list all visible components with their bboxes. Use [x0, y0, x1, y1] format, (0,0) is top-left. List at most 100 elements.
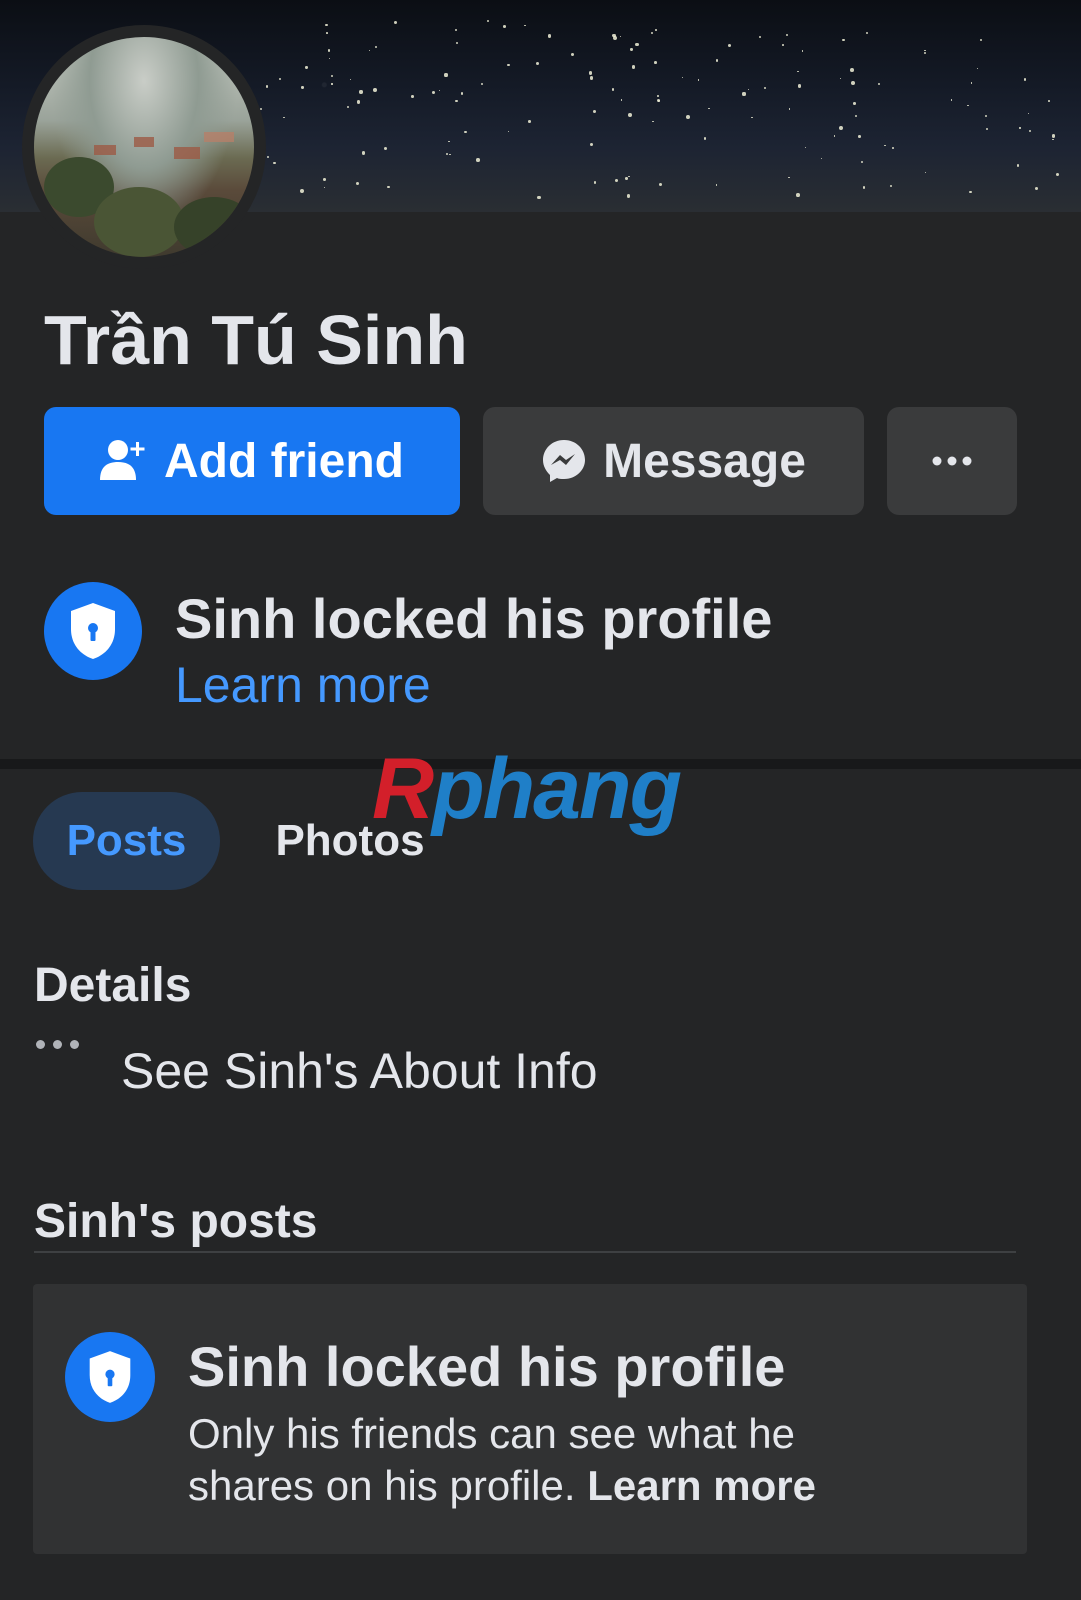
tab-posts[interactable]: Posts [33, 792, 220, 890]
cover-light [628, 112, 632, 117]
cover-light [507, 63, 510, 67]
cover-light [330, 74, 333, 78]
cover-light [328, 49, 331, 52]
cover-light [454, 29, 458, 32]
cover-light [628, 175, 630, 178]
cover-light [460, 92, 464, 95]
see-about-info-row[interactable] [36, 1040, 86, 1049]
cover-light [884, 144, 886, 147]
cover-light [652, 120, 654, 123]
cover-light [764, 86, 767, 89]
cover-light [305, 66, 308, 69]
cover-light [620, 36, 622, 38]
add-friend-button[interactable]: Add friend [44, 407, 460, 515]
cover-light [1048, 100, 1051, 102]
cover-light [536, 61, 540, 65]
cover-light [865, 32, 868, 35]
add-person-icon [100, 440, 145, 480]
message-button[interactable]: Message [483, 407, 864, 515]
cover-light [283, 116, 285, 119]
cover-light [593, 180, 597, 184]
cover-light [851, 80, 855, 85]
cover-light [1029, 129, 1032, 132]
cover-light [590, 76, 594, 80]
cover-light [350, 79, 352, 81]
see-about-info-label[interactable]: See Sinh's About Info [121, 1042, 598, 1100]
cover-light [300, 189, 304, 193]
card-title: Sinh locked his profile [188, 1335, 786, 1398]
cover-light [1052, 138, 1054, 141]
cover-light [1016, 164, 1020, 167]
cover-light [356, 181, 360, 185]
cover-light [266, 156, 270, 159]
cover-light [449, 153, 451, 156]
cover-light [356, 99, 361, 104]
cover-light [476, 157, 480, 162]
cover-light [1027, 112, 1029, 114]
cover-light [611, 87, 615, 91]
tab-photos[interactable]: Photos [252, 792, 448, 890]
cover-light [839, 125, 844, 130]
cover-light [839, 77, 841, 79]
locked-profile-card: Sinh locked his profile Only his friends… [33, 1284, 1027, 1554]
cover-light [620, 99, 623, 101]
cover-light [805, 147, 807, 149]
cover-light [446, 153, 449, 156]
shield-lock-icon [65, 1332, 155, 1422]
shield-lock-icon [44, 582, 142, 680]
cover-light [1024, 78, 1027, 81]
cover-light [854, 114, 858, 118]
learn-more-link[interactable]: Learn more [175, 656, 431, 714]
card-description: Only his friends can see what he shares … [188, 1408, 888, 1512]
profile-name: Trần Tú Sinh [44, 301, 468, 379]
cover-light [507, 130, 510, 132]
card-learn-more-link[interactable]: Learn more [587, 1462, 816, 1509]
avatar[interactable] [34, 37, 254, 257]
cover-light [708, 107, 710, 110]
cover-light [970, 82, 973, 84]
cover-light [686, 115, 690, 119]
cover-light [323, 186, 326, 189]
cover-light [924, 171, 926, 174]
cover-light [748, 89, 750, 91]
cover-light [801, 50, 804, 52]
more-dots-icon [36, 1040, 86, 1049]
cover-light [788, 108, 790, 110]
cover-light [480, 83, 483, 86]
cover-light [759, 35, 762, 38]
cover-light [456, 41, 459, 44]
cover-light [503, 25, 507, 29]
message-label: Message [603, 434, 806, 488]
cover-light [455, 99, 458, 103]
cover-light [571, 53, 575, 57]
cover-light [716, 184, 718, 186]
cover-light [797, 84, 801, 88]
cover-light [592, 109, 596, 113]
cover-light [375, 46, 378, 49]
cover-light [785, 33, 789, 37]
cover-light [889, 184, 893, 188]
cover-light [1051, 134, 1056, 138]
cover-light [820, 157, 822, 160]
cover-light [369, 49, 371, 51]
cover-light [788, 176, 790, 179]
more-options-button[interactable] [887, 407, 1017, 515]
cover-light [589, 142, 593, 146]
cover-light [682, 76, 684, 78]
cover-light [325, 23, 329, 27]
locked-profile-title: Sinh locked his profile [175, 587, 773, 650]
cover-light [361, 151, 366, 155]
cover-light [373, 88, 377, 92]
cover-light [796, 192, 801, 197]
cover-light [322, 178, 326, 181]
cover-light [980, 38, 983, 42]
cover-light [797, 70, 799, 73]
cover-light [438, 90, 440, 92]
cover-light [444, 73, 448, 77]
cover-light [301, 86, 304, 89]
cover-light [626, 194, 631, 198]
cover-light [863, 186, 866, 189]
cover-light [635, 42, 639, 46]
cover-light [842, 38, 845, 41]
cover-light [615, 178, 619, 182]
